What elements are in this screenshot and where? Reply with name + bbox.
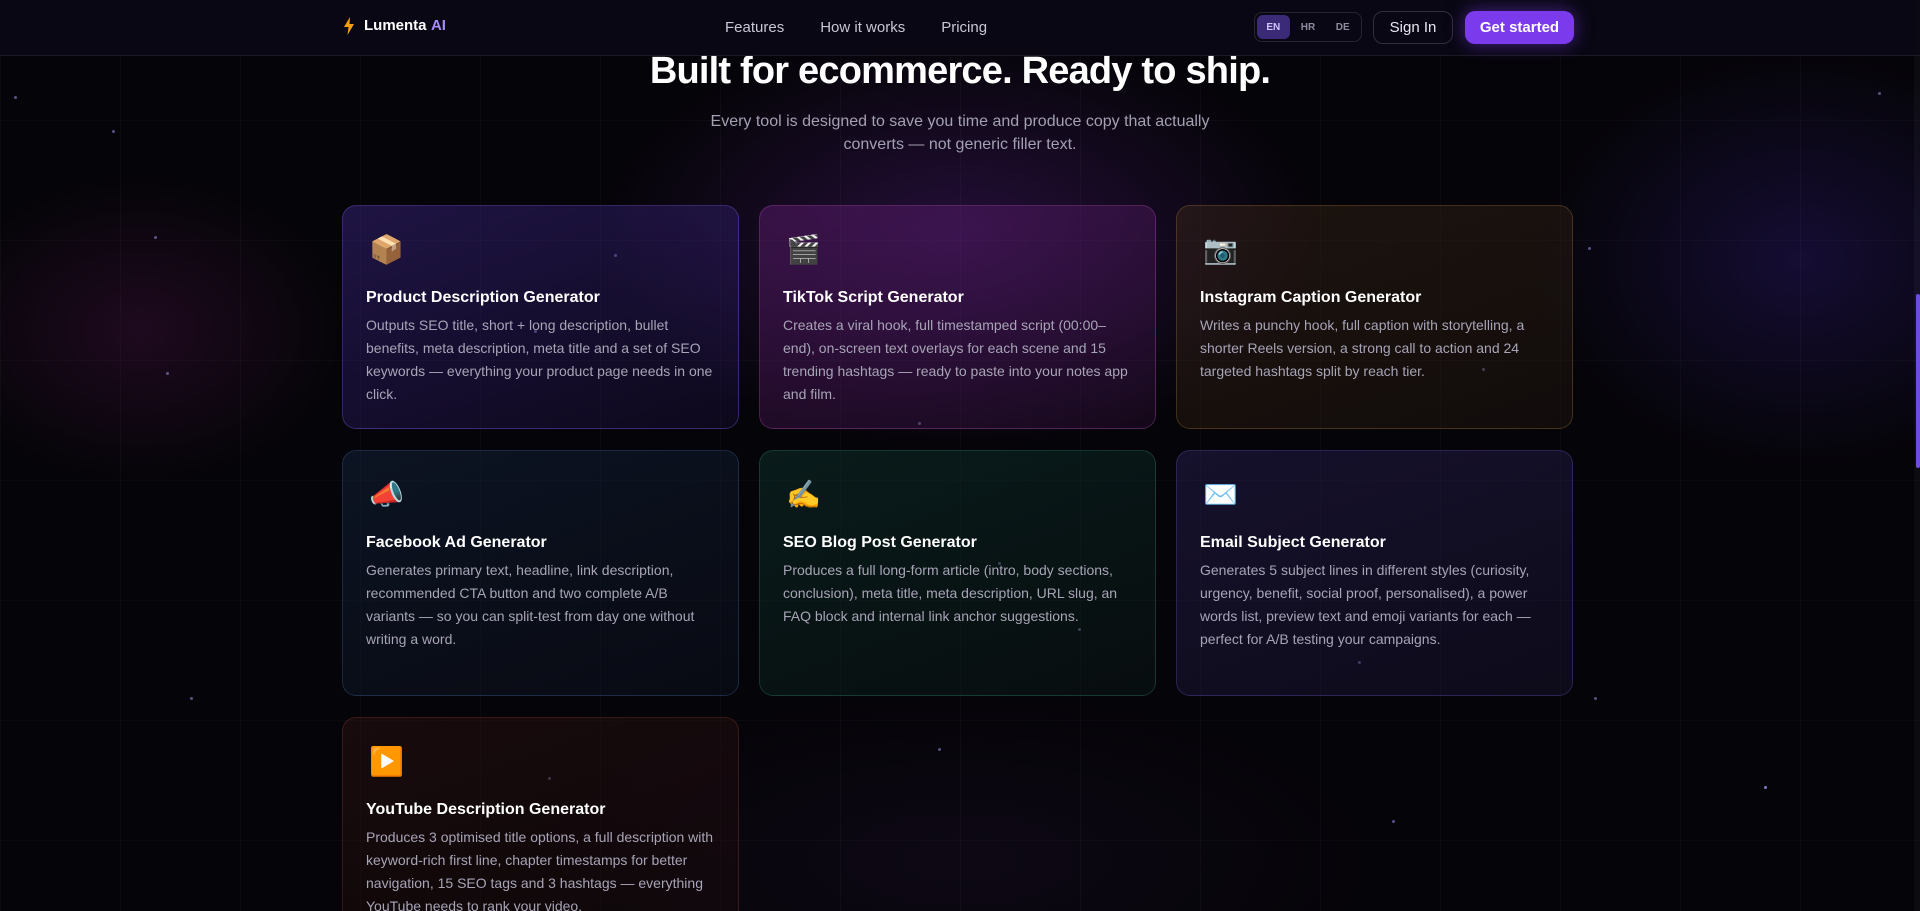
star-decoration [112,130,115,133]
nav-link-how-it-works[interactable]: How it works [820,19,905,36]
star-decoration [166,372,169,375]
sign-in-button[interactable]: Sign In [1373,11,1453,44]
tool-card-youtube-description[interactable]: ▶️ YouTube Description Generator Produce… [342,717,739,911]
section-subtitle: Every tool is designed to save you time … [710,113,1210,153]
nav-links: Features How it works Pricing [725,19,987,36]
section-title: Built for ecommerce. Ready to ship. [649,50,1271,92]
card-title: Instagram Caption Generator [1200,289,1422,306]
tool-card-facebook-ad[interactable]: 📣 Facebook Ad Generator Generates primar… [342,450,739,696]
envelope-icon: ✉️ [1203,479,1238,510]
writing-hand-icon: ✍️ [786,479,821,510]
language-switcher: EN HR DE [1254,12,1362,42]
brand-name: Lumenta [364,17,427,34]
card-title: YouTube Description Generator [366,801,606,818]
card-description: Creates a viral hook, full timestamped s… [783,317,1128,402]
play-button-icon: ▶️ [369,746,404,777]
brand-accent: AI [430,17,446,34]
card-description: Generates primary text, headline, link d… [366,562,695,647]
language-de-button[interactable]: DE [1326,15,1359,39]
card-description: Produces 3 optimised title options, a fu… [366,829,714,911]
star-decoration [1588,247,1591,250]
star-decoration [190,697,193,700]
star-decoration [938,748,941,751]
scrollbar-thumb[interactable] [1916,294,1920,468]
brand-logo[interactable]: Lumenta AI [344,17,446,35]
card-title: Product Description Generator [366,289,600,306]
star-decoration [1392,820,1395,823]
card-description: Produces a full long-form article (intro… [783,562,1118,624]
tool-card-tiktok-script[interactable]: 🎬 TikTok Script Generator Creates a vira… [759,205,1156,429]
tool-card-product-description[interactable]: 📦 Product Description Generator Outputs … [342,205,739,429]
card-title: TikTok Script Generator [783,289,964,306]
tool-card-seo-blog-post[interactable]: ✍️ SEO Blog Post Generator Produces a fu… [759,450,1156,696]
language-hr-button[interactable]: HR [1292,15,1325,39]
star-decoration [1594,697,1597,700]
card-description: Outputs SEO title, short + long descript… [366,317,713,402]
language-en-button[interactable]: EN [1257,15,1290,39]
star-decoration [14,96,17,99]
card-title: Facebook Ad Generator [366,534,547,551]
camera-icon: 📷 [1203,234,1238,265]
card-description: Writes a punchy hook, full caption with … [1200,317,1525,379]
nav-link-features[interactable]: Features [725,19,784,36]
card-title: Email Subject Generator [1200,534,1386,551]
package-icon: 📦 [369,234,404,265]
lightning-bolt-icon [344,17,354,35]
tool-card-instagram-caption[interactable]: 📷 Instagram Caption Generator Writes a p… [1176,205,1573,429]
star-decoration [1764,786,1767,789]
nav-link-pricing[interactable]: Pricing [941,19,987,36]
clapperboard-icon: 🎬 [786,234,821,265]
get-started-button[interactable]: Get started [1465,11,1574,44]
top-navigation: Lumenta AI Features How it works Pricing… [0,0,1920,56]
megaphone-icon: 📣 [369,479,404,510]
card-title: SEO Blog Post Generator [783,534,977,551]
star-decoration [154,236,157,239]
tool-card-email-subject[interactable]: ✉️ Email Subject Generator Generates 5 s… [1176,450,1573,696]
page-scrollbar[interactable] [1914,0,1920,911]
card-description: Generates 5 subject lines in different s… [1200,562,1531,647]
